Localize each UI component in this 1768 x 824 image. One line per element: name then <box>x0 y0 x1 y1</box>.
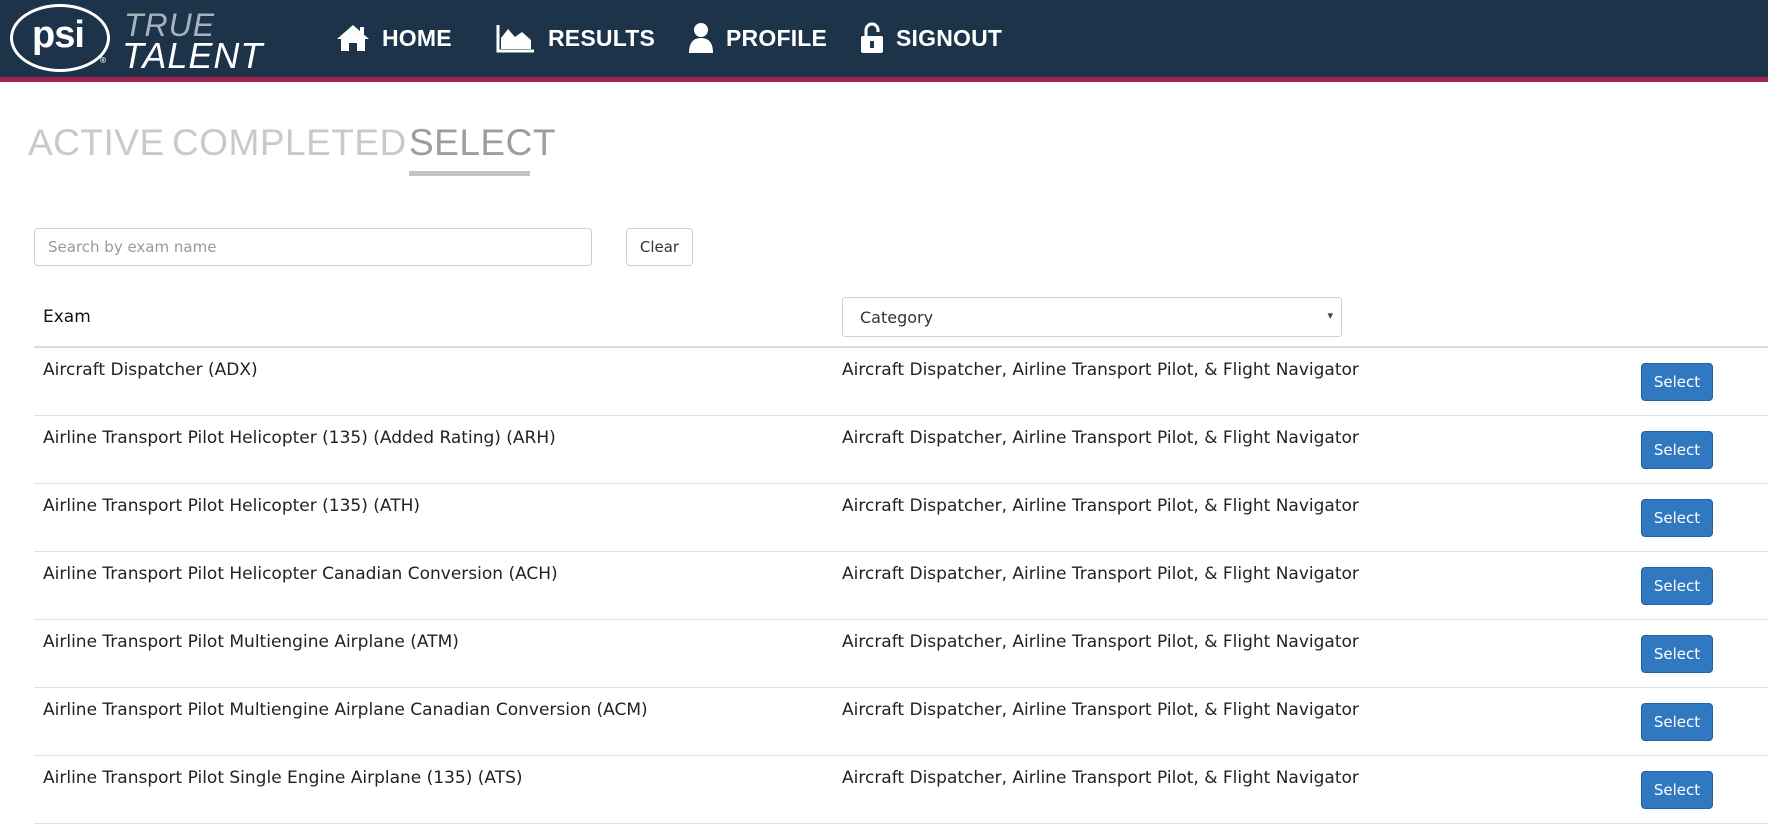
select-exam-button[interactable]: Select <box>1641 771 1713 809</box>
nav-home[interactable]: HOME <box>336 16 452 60</box>
exam-category: Aircraft Dispatcher, Airline Transport P… <box>842 360 1359 380</box>
exam-name: Airline Transport Pilot Helicopter Canad… <box>43 564 558 584</box>
exam-category: Aircraft Dispatcher, Airline Transport P… <box>842 496 1359 516</box>
exam-name: Airline Transport Pilot Helicopter (135)… <box>43 428 556 448</box>
table-row: Airline Transport Pilot Single Engine Ai… <box>34 756 1768 824</box>
nav-results-label: RESULTS <box>548 24 656 51</box>
exam-name: Airline Transport Pilot Multiengine Airp… <box>43 632 459 652</box>
logo-psi-text: psi <box>32 14 85 56</box>
tab-active[interactable]: ACTIVE <box>28 122 165 164</box>
chevron-down-icon: ▾ <box>1327 309 1333 322</box>
table-row: Airline Transport Pilot Multiengine Airp… <box>34 688 1768 756</box>
table-row: Airline Transport Pilot Multiengine Airp… <box>34 620 1768 688</box>
psi-true-talent-logo[interactable]: psi ® TRUE TALENT <box>10 4 280 76</box>
select-exam-button[interactable]: Select <box>1641 363 1713 401</box>
exam-table-body: Aircraft Dispatcher (ADX) Aircraft Dispa… <box>34 348 1768 824</box>
table-row: Aircraft Dispatcher (ADX) Aircraft Dispa… <box>34 348 1768 416</box>
select-exam-button[interactable]: Select <box>1641 703 1713 741</box>
clear-button[interactable]: Clear <box>626 228 693 266</box>
select-exam-button[interactable]: Select <box>1641 635 1713 673</box>
table-row: Airline Transport Pilot Helicopter (135)… <box>34 484 1768 552</box>
logo-registered-mark: ® <box>99 56 107 65</box>
exam-name: Aircraft Dispatcher (ADX) <box>43 360 258 380</box>
exam-category: Aircraft Dispatcher, Airline Transport P… <box>842 428 1359 448</box>
selected-tab-underline <box>409 171 530 176</box>
exam-category: Aircraft Dispatcher, Airline Transport P… <box>842 768 1359 788</box>
home-icon <box>336 24 370 52</box>
exam-name: Airline Transport Pilot Helicopter (135)… <box>43 496 420 516</box>
table-row: Airline Transport Pilot Helicopter Canad… <box>34 552 1768 620</box>
table-row: Airline Transport Pilot Helicopter (135)… <box>34 416 1768 484</box>
category-filter-select[interactable]: Category ▾ <box>842 297 1342 337</box>
tab-completed[interactable]: COMPLETED <box>172 122 407 164</box>
nav-home-label: HOME <box>382 24 452 51</box>
exam-column-header: Exam <box>43 307 91 327</box>
chart-icon <box>496 23 536 53</box>
nav-results[interactable]: RESULTS <box>496 16 655 60</box>
select-exam-button[interactable]: Select <box>1641 567 1713 605</box>
exam-category: Aircraft Dispatcher, Airline Transport P… <box>842 564 1359 584</box>
nav-profile-label: PROFILE <box>726 24 828 51</box>
exam-search-input[interactable] <box>34 228 592 266</box>
category-filter-value: Category <box>860 308 934 327</box>
logo-talent-text: TALENT <box>122 35 264 76</box>
nav-signout-label: SIGNOUT <box>896 24 1003 51</box>
select-exam-button[interactable]: Select <box>1641 431 1713 469</box>
select-exam-button[interactable]: Select <box>1641 499 1713 537</box>
exam-name: Airline Transport Pilot Single Engine Ai… <box>43 768 523 788</box>
tab-select[interactable]: SELECT <box>409 122 556 164</box>
unlock-icon <box>860 22 884 54</box>
user-icon <box>688 22 714 54</box>
top-navigation-bar: psi ® TRUE TALENT HOME RESULTS PROFILE S… <box>0 0 1768 82</box>
exam-category: Aircraft Dispatcher, Airline Transport P… <box>842 700 1359 720</box>
nav-profile[interactable]: PROFILE <box>688 16 827 60</box>
exam-category: Aircraft Dispatcher, Airline Transport P… <box>842 632 1359 652</box>
nav-signout[interactable]: SIGNOUT <box>860 16 1002 60</box>
exam-name: Airline Transport Pilot Multiengine Airp… <box>43 700 648 720</box>
